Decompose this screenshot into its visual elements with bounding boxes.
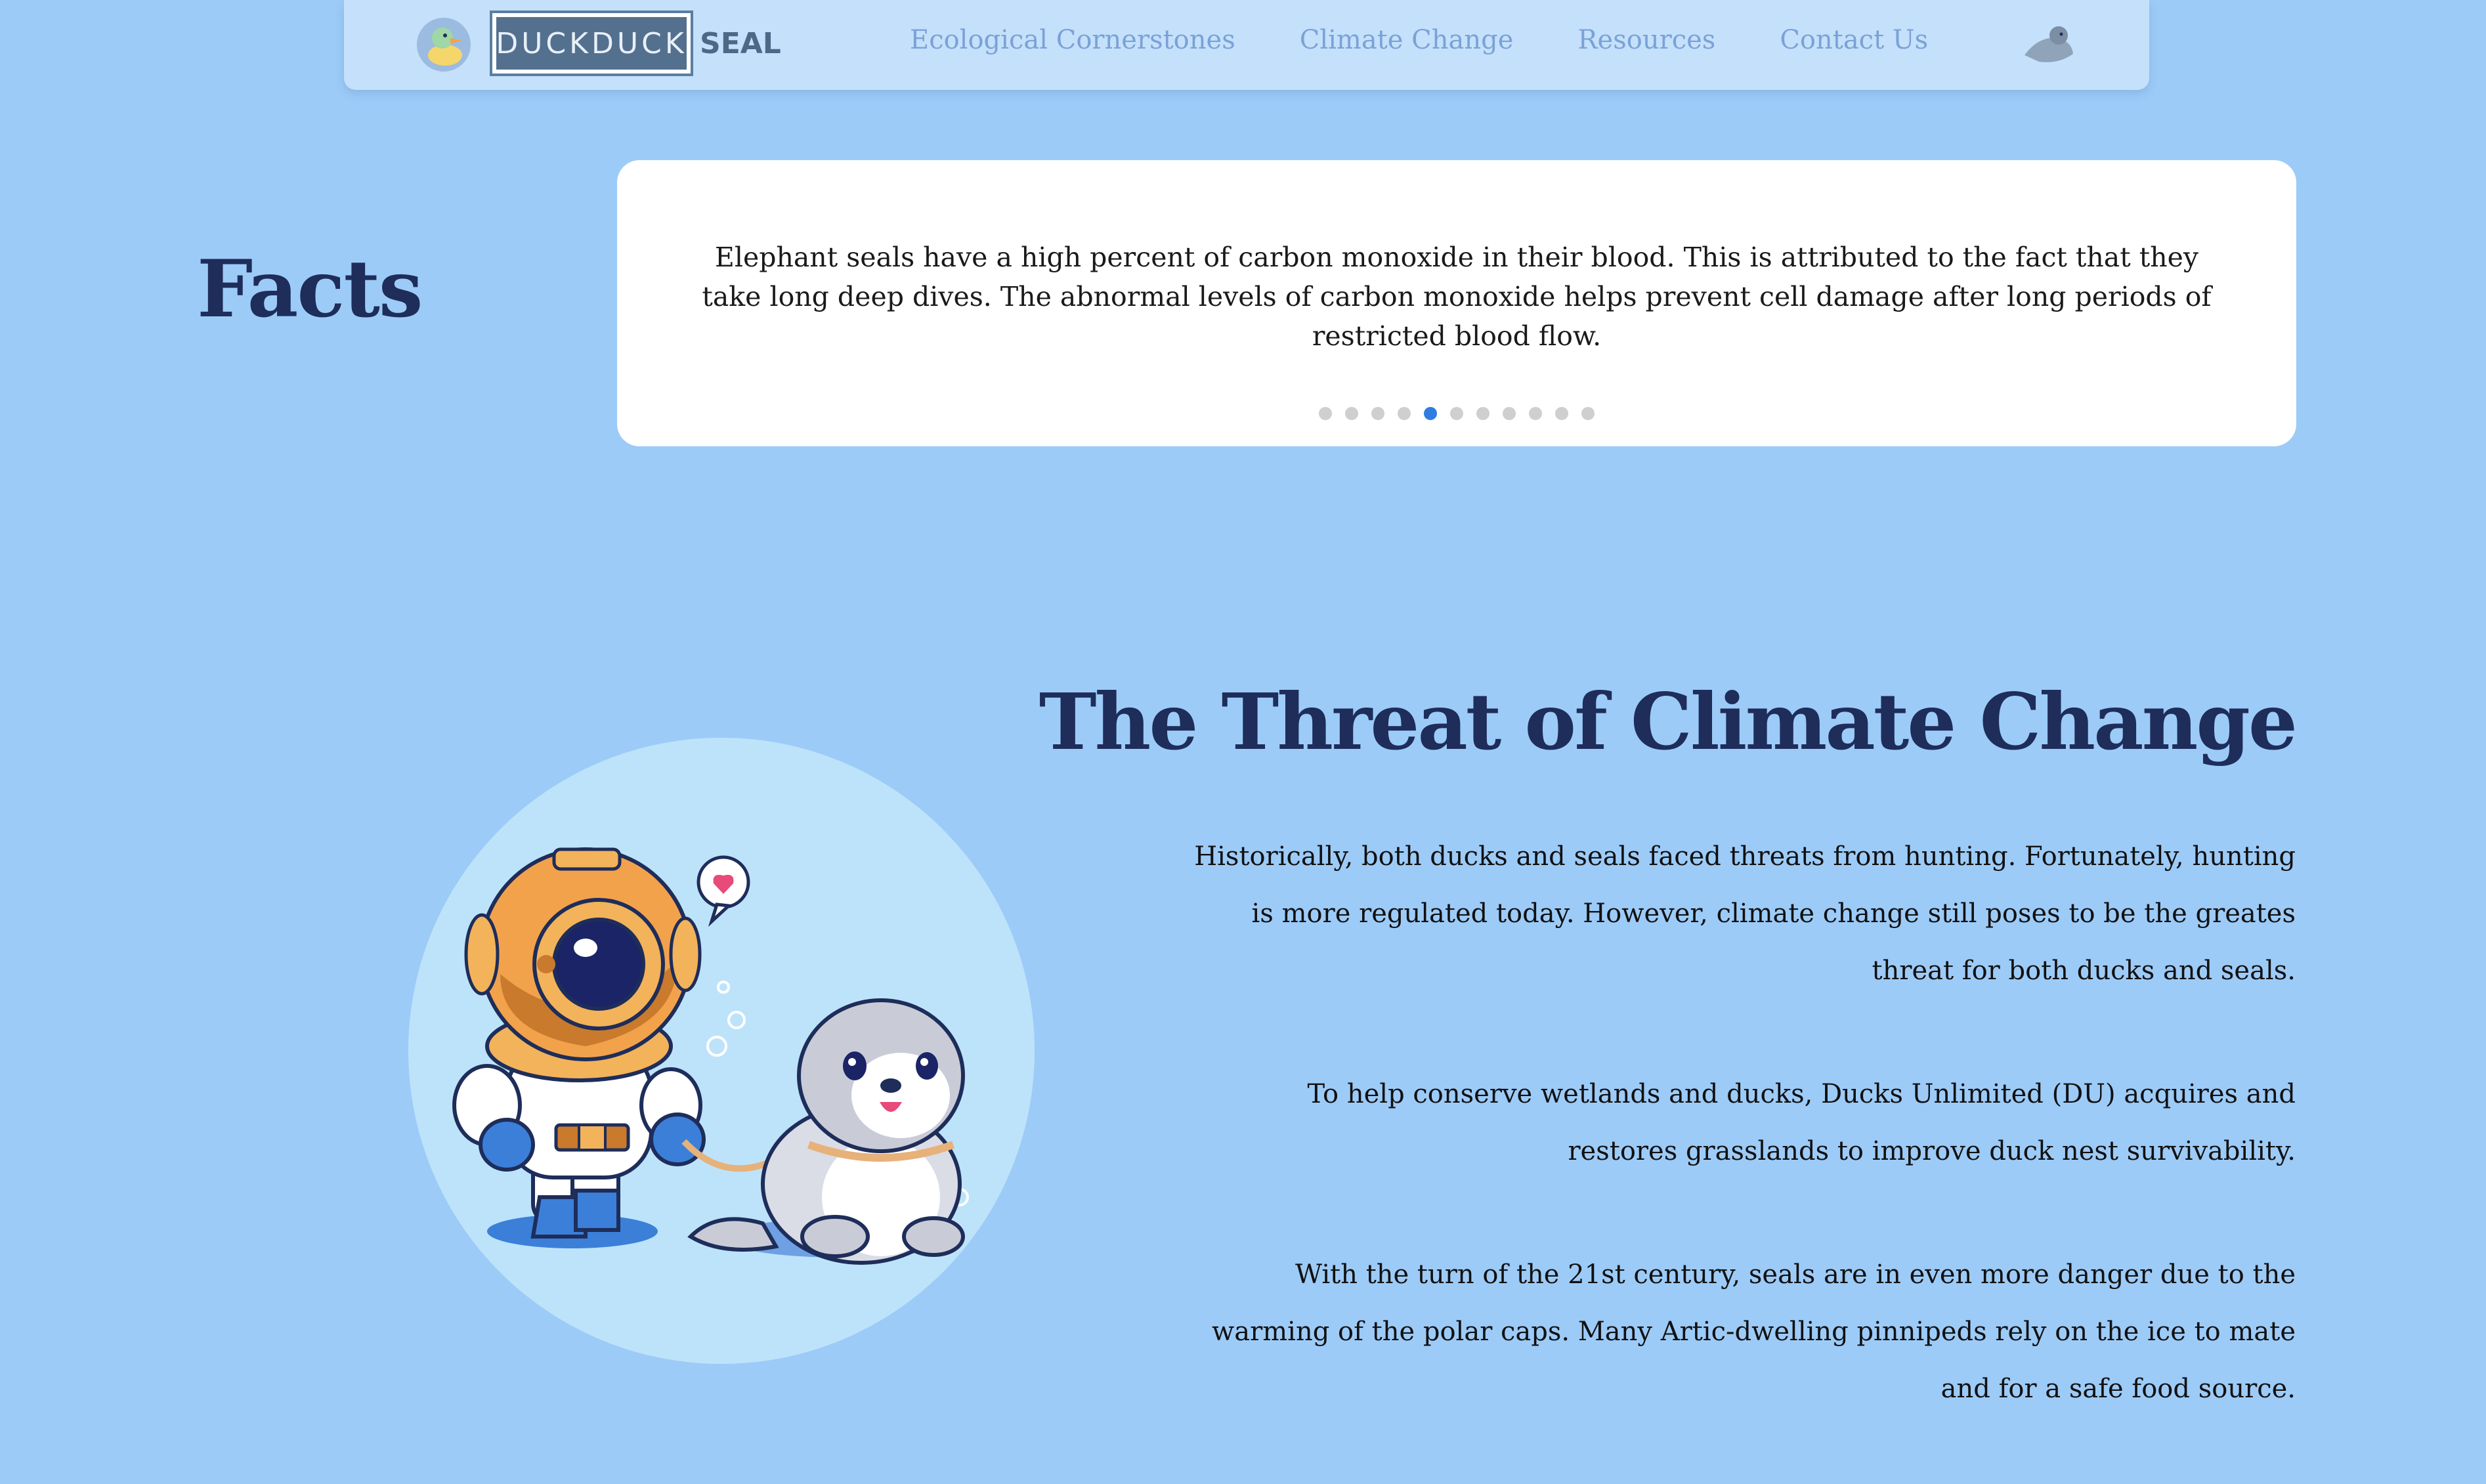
site-logo[interactable]: DUCKDUCK SEAL <box>490 11 781 76</box>
fact-text: Elephant seals have a high percent of ca… <box>702 242 2212 352</box>
climate-change-body: Historically, both ducks and seals faced… <box>1193 828 2296 1484</box>
nav-link-climate-change[interactable]: Climate Change <box>1300 25 1514 55</box>
facts-heading: Facts <box>197 243 423 335</box>
nav-links: Ecological Cornerstones Climate Change R… <box>910 25 1992 55</box>
top-navbar: DUCKDUCK SEAL Ecological Cornerstones Cl… <box>344 0 2149 90</box>
duck-avatar-icon[interactable] <box>416 17 471 72</box>
carousel-dot[interactable] <box>1319 407 1332 420</box>
carousel-dot[interactable] <box>1398 407 1411 420</box>
carousel-dot[interactable] <box>1503 407 1516 420</box>
climate-paragraph-ducks-unlimited: To help conserve wetlands and ducks, Duc… <box>1307 1079 2296 1166</box>
carousel-dot[interactable] <box>1555 407 1568 420</box>
diver-and-seal-illustration <box>408 738 1035 1364</box>
seal-avatar-icon[interactable] <box>2019 16 2077 74</box>
nav-link-ecological-cornerstones[interactable]: Ecological Cornerstones <box>910 25 1235 55</box>
climate-paragraph-hunting: Historically, both ducks and seals faced… <box>1194 841 2296 986</box>
climate-paragraph-seals: With the turn of the 21st century, seals… <box>1212 1260 2296 1404</box>
carousel-dot[interactable] <box>1424 407 1437 420</box>
nav-link-contact-us[interactable]: Contact Us <box>1780 25 1928 55</box>
carousel-dot[interactable] <box>1345 407 1358 420</box>
carousel-dot[interactable] <box>1476 407 1489 420</box>
carousel-dot[interactable] <box>1450 407 1463 420</box>
carousel-dots <box>617 407 2296 420</box>
logo-text-seal: SEAL <box>700 26 781 60</box>
carousel-dot[interactable] <box>1529 407 1542 420</box>
logo-text-duckduck: DUCKDUCK <box>496 17 687 70</box>
climate-change-heading: The Threat of Climate Change <box>1039 676 2298 767</box>
facts-carousel: Elephant seals have a high percent of ca… <box>617 160 2296 446</box>
carousel-dot[interactable] <box>1371 407 1384 420</box>
nav-link-resources[interactable]: Resources <box>1577 25 1715 55</box>
carousel-dot[interactable] <box>1581 407 1595 420</box>
